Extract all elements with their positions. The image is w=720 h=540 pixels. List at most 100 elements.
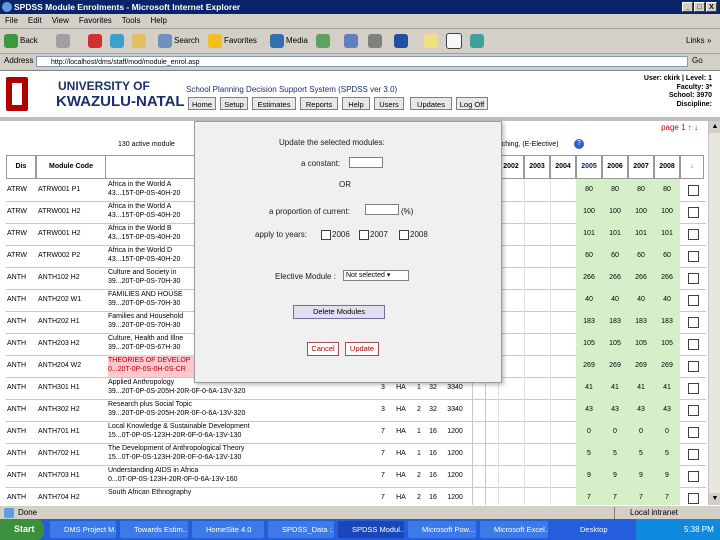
cell-year-value[interactable]: 0	[576, 421, 602, 443]
maximize-button[interactable]: □	[694, 2, 705, 12]
cell-module-title[interactable]: Research plus Social Topic 39...20T-0P-0S…	[108, 399, 370, 421]
cancel-button[interactable]: Cancel	[307, 342, 339, 356]
discuss-button[interactable]	[424, 33, 440, 49]
cell-year-value[interactable]: 100	[602, 201, 628, 223]
cell-year-value[interactable]: 60	[654, 245, 680, 267]
cell-year-value[interactable]: 40	[576, 289, 602, 311]
print-button[interactable]	[368, 33, 384, 49]
cell-year-value[interactable]: 101	[654, 223, 680, 245]
refresh-button[interactable]	[110, 33, 126, 49]
research-button[interactable]	[446, 33, 464, 49]
task-dms-project[interactable]: DMS Project M...	[50, 521, 116, 538]
cell-module-title[interactable]: South African Ethnography	[108, 487, 370, 505]
row-select-checkbox[interactable]	[688, 273, 699, 284]
cell-year-value[interactable]: 43	[654, 399, 680, 421]
nav-log-off[interactable]: Log Off	[456, 97, 488, 110]
cell-module-title[interactable]: Africa in the World D 43...15T-0P-0S-40H-…	[108, 245, 194, 267]
cell-module-code[interactable]: ANTH102 H2	[36, 267, 106, 289]
cell-year-value[interactable]: 5	[654, 443, 680, 465]
menu-file[interactable]: File	[0, 14, 23, 28]
menu-help[interactable]: Help	[145, 14, 171, 28]
cell-year-value[interactable]: 105	[602, 333, 628, 355]
cell-year-value[interactable]: 5	[576, 443, 602, 465]
favorites-button[interactable]: Favorites	[208, 33, 257, 49]
cell-year-value[interactable]: 41	[576, 377, 602, 399]
minimize-button[interactable]: _	[682, 2, 693, 12]
scroll-up-arrow-icon[interactable]: ▲	[709, 121, 720, 133]
cell-year-value[interactable]: 80	[602, 179, 628, 201]
cell-module-code[interactable]: ANTH203 H2	[36, 333, 106, 355]
cell-year-value[interactable]: 0	[602, 421, 628, 443]
cell-year-value[interactable]: 183	[602, 311, 628, 333]
cell-year-value[interactable]: 60	[576, 245, 602, 267]
cell-module-title[interactable]: Families and Household 39...20T-0P-0S-70H…	[108, 311, 194, 333]
menu-view[interactable]: View	[47, 14, 74, 28]
cell-year-value[interactable]: 101	[576, 223, 602, 245]
page-indicator[interactable]: page 1 ↑ ↓	[661, 123, 698, 132]
cell-module-title[interactable]: FAMILIES AND HOUSE 39...20T-0P-0S-70H-30	[108, 289, 194, 311]
row-select-checkbox[interactable]	[688, 229, 699, 240]
cell-year-value[interactable]: 7	[628, 487, 654, 505]
links-button[interactable]: Links »	[686, 33, 711, 49]
cell-year-value[interactable]: 183	[576, 311, 602, 333]
edit-button[interactable]	[394, 33, 410, 49]
cell-year-value[interactable]: 60	[628, 245, 654, 267]
task-spdss-data[interactable]: SPDSS_Data :...	[268, 521, 334, 538]
row-select-checkbox[interactable]	[688, 383, 699, 394]
row-select-checkbox[interactable]	[688, 251, 699, 262]
row-select-checkbox[interactable]	[688, 427, 699, 438]
cell-year-value[interactable]: 9	[602, 465, 628, 487]
cell-year-value[interactable]: 105	[654, 333, 680, 355]
nav-estimates[interactable]: Estimates	[252, 97, 296, 110]
cell-year-value[interactable]: 41	[654, 377, 680, 399]
year-2008-checkbox[interactable]	[399, 230, 409, 240]
cell-module-title[interactable]: Culture and Society in 39...20T-0P-0S-70H…	[108, 267, 194, 289]
cell-module-title[interactable]: Culture, Health and Illne 39...20T-0P-0S-…	[108, 333, 194, 355]
menu-edit[interactable]: Edit	[23, 14, 47, 28]
elective-select[interactable]: Not selected ▾	[343, 270, 409, 281]
address-input[interactable]: http://localhost/dms/staff/mod/module_en…	[36, 56, 688, 67]
task-desktop[interactable]: Desktop	[552, 521, 634, 538]
home-button[interactable]	[132, 33, 148, 49]
vertical-scrollbar[interactable]: ▲ ▼	[708, 121, 720, 505]
cell-year-value[interactable]: 41	[602, 377, 628, 399]
cell-module-code[interactable]: ATRW002 P2	[36, 245, 106, 267]
forward-button[interactable]	[56, 33, 72, 49]
nav-help[interactable]: Help	[342, 97, 370, 110]
menu-favorites[interactable]: Favorites	[74, 14, 117, 28]
cell-module-title[interactable]: Local Knowledge & Sustainable Developmen…	[108, 421, 370, 443]
cell-module-title[interactable]: THEORIES OF DEVELOP 0...20T-0P-0S-0H-0S-C…	[108, 355, 194, 377]
cell-module-title[interactable]: Africa in the World A 43...15T-0P-0S-40H-…	[108, 201, 194, 223]
cell-year-value[interactable]: 80	[654, 179, 680, 201]
cell-year-value[interactable]: 269	[602, 355, 628, 377]
search-button[interactable]: Search	[158, 33, 199, 49]
cell-year-value[interactable]: 41	[628, 377, 654, 399]
cell-year-value[interactable]: 5	[628, 443, 654, 465]
cell-module-code[interactable]: ATRW001 P1	[36, 179, 106, 201]
cell-year-value[interactable]: 7	[602, 487, 628, 505]
cell-year-value[interactable]: 80	[576, 179, 602, 201]
cell-year-value[interactable]: 100	[576, 201, 602, 223]
cell-year-value[interactable]: 43	[628, 399, 654, 421]
cell-year-value[interactable]: 269	[654, 355, 680, 377]
cell-year-value[interactable]: 266	[576, 267, 602, 289]
cell-year-value[interactable]: 40	[628, 289, 654, 311]
nav-reports[interactable]: Reports	[300, 97, 338, 110]
cell-module-code[interactable]: ANTH202 H1	[36, 311, 106, 333]
cell-year-value[interactable]: 9	[654, 465, 680, 487]
sort-arrow-icon[interactable]: ↓	[680, 155, 704, 179]
scroll-down-arrow-icon[interactable]: ▼	[709, 493, 720, 505]
cell-year-value[interactable]: 100	[654, 201, 680, 223]
task-towards-estim[interactable]: Towards Estim...	[120, 521, 188, 538]
nav-setup[interactable]: Setup	[220, 97, 248, 110]
cell-module-code[interactable]: ANTH704 H2	[36, 487, 106, 505]
delete-modules-button[interactable]: Delete Modules	[293, 305, 385, 319]
cell-year-value[interactable]: 7	[654, 487, 680, 505]
menu-tools[interactable]: Tools	[117, 14, 146, 28]
cell-year-value[interactable]: 0	[628, 421, 654, 443]
cell-year-value[interactable]: 43	[602, 399, 628, 421]
nav-updates[interactable]: Updates	[410, 97, 452, 110]
cell-year-value[interactable]: 9	[628, 465, 654, 487]
cell-year-value[interactable]: 0	[654, 421, 680, 443]
cell-module-code[interactable]: ANTH703 H1	[36, 465, 106, 487]
